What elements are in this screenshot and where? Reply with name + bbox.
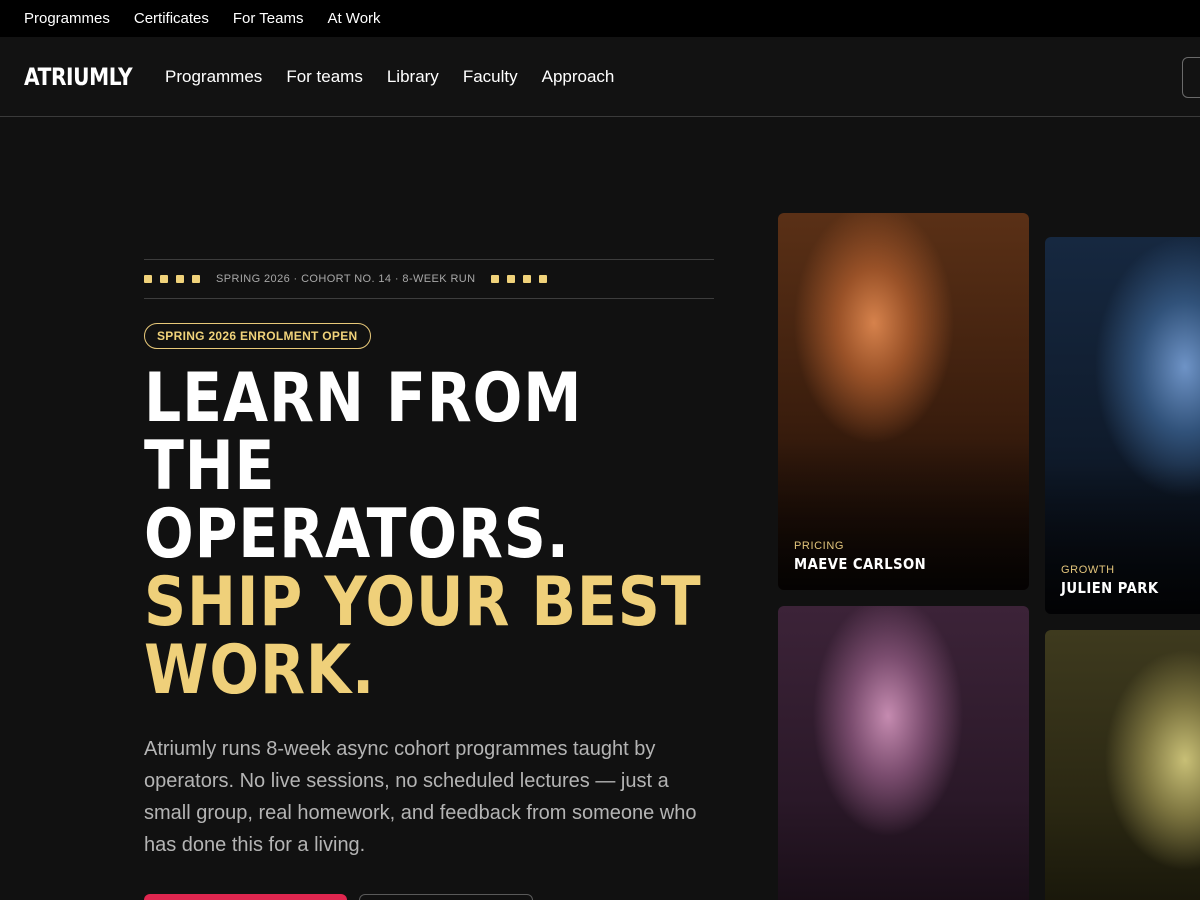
headline-line: LEARN FROM (144, 359, 583, 438)
faculty-category: PRICING (794, 540, 845, 552)
main-navigation: ATRIUMLY Programmes For teams Library Fa… (0, 37, 1200, 117)
faculty-card[interactable] (778, 606, 1029, 900)
secondary-cta-button[interactable] (359, 894, 533, 900)
faculty-card[interactable]: GROWTH JULIEN PARK (1045, 237, 1200, 614)
nav-link-library[interactable]: Library (387, 67, 439, 87)
utility-link-for-teams[interactable]: For Teams (233, 10, 304, 27)
nav-link-programmes[interactable]: Programmes (165, 67, 262, 87)
headline-line: OPERATORS. (144, 495, 570, 574)
faculty-category: GROWTH (1061, 564, 1115, 576)
nav-link-faculty[interactable]: Faculty (463, 67, 518, 87)
hero-section: SPRING 2026 · COHORT NO. 14 · 8-WEEK RUN… (144, 259, 714, 900)
nav-link-approach[interactable]: Approach (542, 67, 615, 87)
nav-cta-button[interactable] (1182, 57, 1200, 98)
dots-left (144, 275, 200, 283)
site-logo[interactable]: ATRIUMLY (24, 63, 142, 91)
hero-headline: LEARN FROM THE OPERATORS. SHIP YOUR BEST… (144, 365, 712, 705)
faculty-name: MAEVE CARLSON (794, 555, 927, 573)
utility-bar: Programmes Certificates For Teams At Wor… (0, 0, 1200, 37)
headline-line-accent: WORK. (144, 631, 376, 710)
primary-cta-button[interactable] (144, 894, 347, 900)
faculty-name: JULIEN PARK (1061, 579, 1159, 597)
nav-links: Programmes For teams Library Faculty App… (165, 67, 614, 87)
cohort-meta-row: SPRING 2026 · COHORT NO. 14 · 8-WEEK RUN (144, 259, 714, 299)
headline-line: THE (144, 427, 276, 506)
hero-description: Atriumly runs 8-week async cohort progra… (144, 738, 697, 856)
faculty-card[interactable] (1045, 630, 1200, 900)
utility-link-at-work[interactable]: At Work (327, 10, 380, 27)
cohort-meta: SPRING 2026 · COHORT NO. 14 · 8-WEEK RUN (216, 273, 476, 285)
utility-link-programmes[interactable]: Programmes (24, 10, 110, 27)
dots-right (491, 275, 548, 283)
utility-link-certificates[interactable]: Certificates (134, 10, 209, 27)
enrolment-badge: SPRING 2026 ENROLMENT OPEN (144, 323, 371, 349)
faculty-card-label: GROWTH JULIEN PARK (1061, 564, 1172, 597)
headline-line-accent: SHIP YOUR BEST (144, 563, 702, 642)
faculty-card[interactable]: PRICING MAEVE CARLSON (778, 213, 1029, 590)
nav-link-for-teams[interactable]: For teams (286, 67, 363, 87)
faculty-card-label: PRICING MAEVE CARLSON (794, 540, 944, 573)
